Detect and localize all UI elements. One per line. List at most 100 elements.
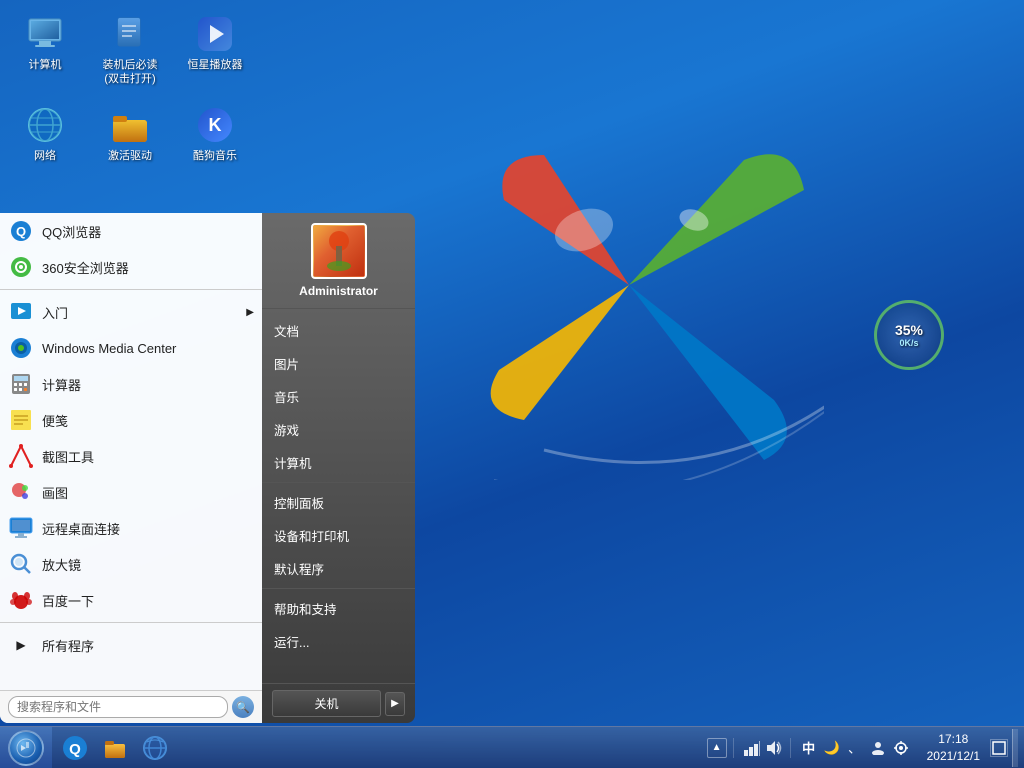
start-separator-2 xyxy=(0,622,262,623)
windows-logo xyxy=(444,100,824,480)
desktop: 35% 0K/s xyxy=(0,0,1024,768)
start-item-devices[interactable]: 设备和打印机 xyxy=(262,519,415,552)
magnifier-icon xyxy=(8,551,34,577)
start-item-pictures[interactable]: 图片 xyxy=(262,347,415,380)
desktop-icon-row-2: 网络 xyxy=(10,101,250,167)
search-button[interactable]: 🔍 xyxy=(232,696,254,718)
performance-widget[interactable]: 35% 0K/s xyxy=(874,300,944,370)
postinstall-label: 装机后必读(双击打开) xyxy=(99,58,161,87)
baidu-icon xyxy=(8,587,34,613)
start-item-paint[interactable]: 画图 xyxy=(0,474,262,510)
user-avatar[interactable] xyxy=(311,223,367,279)
ime-lang-indicator[interactable]: 中 xyxy=(799,738,819,758)
desktop-icon-driver[interactable]: 激活驱动 xyxy=(95,101,165,167)
desktop-icon-network[interactable]: 网络 xyxy=(10,101,80,167)
kugou-icon: K xyxy=(195,105,235,145)
system-clock[interactable]: 17:18 2021/12/1 xyxy=(919,731,988,765)
start-item-games[interactable]: 游戏 xyxy=(262,413,415,446)
all-programs-icon: ▶ xyxy=(8,632,34,658)
clock-time: 17:18 xyxy=(927,731,980,748)
baidu-label: 百度一下 xyxy=(42,591,94,610)
sticky-icon xyxy=(8,407,34,433)
svg-text:K: K xyxy=(209,115,222,135)
ime-moon-icon[interactable]: 🌙 xyxy=(822,738,842,758)
start-menu-left: Q QQ浏览器 360安全浏览器 xyxy=(0,213,262,723)
clock-date: 2021/12/1 xyxy=(927,748,980,765)
start-item-rdp[interactable]: 远程桌面连接 xyxy=(0,510,262,546)
paint-icon xyxy=(8,479,34,505)
start-button[interactable] xyxy=(0,727,52,768)
start-item-help[interactable]: 帮助和支持 xyxy=(262,592,415,625)
right-separator-1 xyxy=(262,482,415,483)
folder-icon xyxy=(110,105,150,145)
qq-browser-icon: Q xyxy=(8,218,34,244)
intro-arrow: ▶ xyxy=(246,307,254,318)
start-item-baidu[interactable]: 百度一下 xyxy=(0,582,262,618)
qq-browser-label: QQ浏览器 xyxy=(42,222,101,241)
wmc-icon xyxy=(8,335,34,361)
start-item-all-programs[interactable]: ▶ 所有程序 xyxy=(0,627,262,663)
taskbar-icon-explorer[interactable] xyxy=(96,729,134,767)
shutdown-button[interactable]: 关机 xyxy=(272,690,381,717)
start-item-documents[interactable]: 文档 xyxy=(262,314,415,347)
svg-text:Q: Q xyxy=(69,741,81,758)
wmc-label: Windows Media Center xyxy=(42,341,176,356)
action-center-icon[interactable] xyxy=(990,739,1008,757)
ime-settings-icon[interactable] xyxy=(891,738,911,758)
start-item-intro[interactable]: 入门 ▶ xyxy=(0,294,262,330)
tray-overflow: ▲ xyxy=(701,738,734,758)
start-item-wmc[interactable]: Windows Media Center xyxy=(0,330,262,366)
perf-speed: 0K/s xyxy=(899,338,918,348)
360-browser-icon xyxy=(8,254,34,280)
start-item-360-browser[interactable]: 360安全浏览器 xyxy=(0,249,262,285)
taskbar-icon-ie[interactable] xyxy=(136,729,174,767)
kugou-label: 酷狗音乐 xyxy=(193,149,237,163)
start-item-default-programs[interactable]: 默认程序 xyxy=(262,552,415,585)
tray-volume-icon[interactable] xyxy=(764,738,784,758)
desktop-icon-row-1: 计算机 xyxy=(10,10,250,91)
start-item-calculator[interactable]: 计算器 xyxy=(0,366,262,402)
svg-text:Q: Q xyxy=(16,224,26,239)
computer-label: 计算机 xyxy=(29,58,62,72)
start-item-snipping[interactable]: 截图工具 xyxy=(0,438,262,474)
start-item-magnifier[interactable]: 放大镜 xyxy=(0,546,262,582)
tray-icons xyxy=(736,738,791,758)
start-item-music[interactable]: 音乐 xyxy=(262,380,415,413)
network-icon xyxy=(25,105,65,145)
ime-user-icon[interactable] xyxy=(868,738,888,758)
paint-label: 画图 xyxy=(42,483,68,502)
driver-label: 激活驱动 xyxy=(108,149,152,163)
search-input[interactable] xyxy=(8,696,228,718)
show-desktop-button[interactable] xyxy=(1012,729,1018,767)
desktop-icons-container: 计算机 xyxy=(10,10,250,167)
start-item-qq-browser[interactable]: Q QQ浏览器 xyxy=(0,213,262,249)
start-orb xyxy=(8,730,44,766)
taskbar-icon-qq[interactable]: Q xyxy=(56,729,94,767)
tray-expand-button[interactable]: ▲ xyxy=(707,738,727,758)
start-item-sticky[interactable]: 便笺 xyxy=(0,402,262,438)
username-label: Administrator xyxy=(299,284,378,298)
mediaplayer-label: 恒星播放器 xyxy=(188,58,243,72)
desktop-icon-kugou[interactable]: K 酷狗音乐 xyxy=(180,101,250,167)
document-icon xyxy=(110,14,150,54)
intro-label: 入门 xyxy=(42,303,68,322)
tray-network-icon[interactable] xyxy=(742,738,762,758)
start-item-control-panel[interactable]: 控制面板 xyxy=(262,486,415,519)
shutdown-arrow-button[interactable]: ▶ xyxy=(385,692,405,716)
desktop-icon-computer[interactable]: 计算机 xyxy=(10,10,80,91)
start-menu-footer: 关机 ▶ xyxy=(262,683,415,723)
taskbar-items: Q xyxy=(52,729,701,767)
network-label: 网络 xyxy=(34,149,56,163)
sticky-label: 便笺 xyxy=(42,411,68,430)
start-item-computer-r[interactable]: 计算机 xyxy=(262,446,415,479)
computer-icon xyxy=(25,14,65,54)
ime-comma-icon[interactable]: 、 xyxy=(845,738,865,758)
start-search-bar: 🔍 xyxy=(0,690,262,723)
right-separator-2 xyxy=(262,588,415,589)
desktop-icon-mediaplayer[interactable]: 恒星播放器 xyxy=(180,10,250,91)
snipping-label: 截图工具 xyxy=(42,447,94,466)
perf-percent: 35% xyxy=(895,322,923,338)
start-item-run[interactable]: 运行... xyxy=(262,625,415,658)
magnifier-label: 放大镜 xyxy=(42,555,81,574)
desktop-icon-postinstall[interactable]: 装机后必读(双击打开) xyxy=(95,10,165,91)
